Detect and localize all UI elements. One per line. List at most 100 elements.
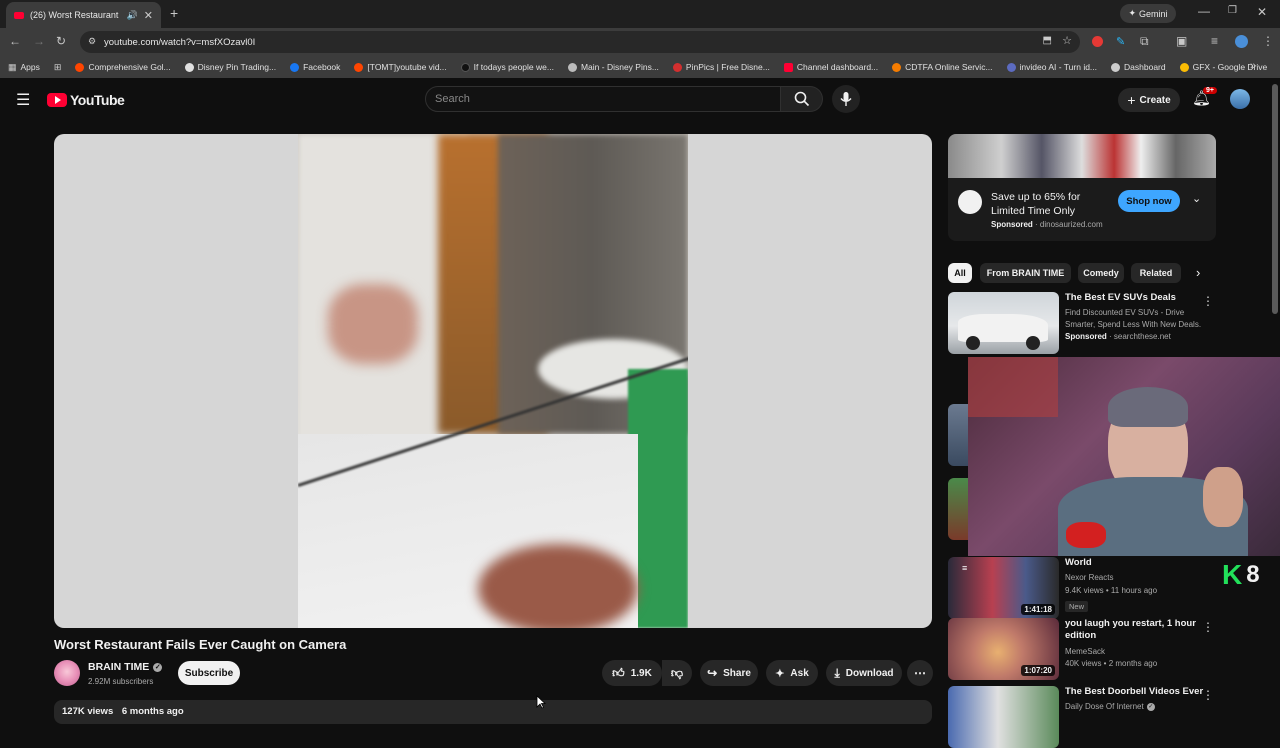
bookmark-star-icon[interactable]: ☆	[1062, 34, 1072, 47]
like-button[interactable]: 👍︎ 1.9K	[602, 660, 662, 686]
streamer-webcam-overlay	[968, 357, 1280, 556]
side-panel-icon[interactable]: ▣	[1176, 34, 1187, 48]
forward-icon[interactable]: →	[33, 34, 45, 48]
account-avatar[interactable]	[1230, 89, 1250, 109]
ask-label: Ask	[790, 667, 809, 679]
chrome-menu-icon[interactable]: ⋮	[1262, 34, 1274, 48]
media-controls-icon[interactable]: ≡	[1211, 34, 1218, 48]
hamburger-menu-icon[interactable]: ☰	[16, 90, 30, 110]
chip-from-channel[interactable]: From BRAIN TIME	[980, 263, 1071, 283]
reload-icon[interactable]: ↻	[56, 34, 66, 48]
speaker-icon[interactable]: 🔊	[127, 10, 138, 21]
bookmark-item[interactable]: Facebook	[290, 62, 340, 72]
shop-now-button[interactable]: Shop now	[1118, 190, 1180, 212]
notifications-button[interactable]: 🔔︎ 9+	[1192, 87, 1217, 109]
bookmark-apps[interactable]: ▦ Apps	[8, 62, 40, 73]
youtube-logo[interactable]: YouTube	[47, 92, 125, 108]
ask-button[interactable]: ✦ Ask	[766, 660, 818, 686]
drive-icon	[1179, 62, 1189, 72]
shop-now-label: Shop now	[1126, 195, 1172, 207]
ad-sponsored-label: Sponsored	[991, 220, 1033, 229]
chip-comedy[interactable]: Comedy	[1078, 263, 1124, 283]
subscribe-button[interactable]: Subscribe	[178, 661, 240, 685]
channel-name-text: BRAIN TIME	[88, 661, 150, 673]
bookmark-grid[interactable]: ⊞	[54, 62, 62, 73]
bookmark-item[interactable]: Dashboard	[1111, 62, 1166, 72]
create-button[interactable]: + Create	[1118, 88, 1180, 112]
more-horizontal-icon: ⋯	[914, 666, 926, 680]
more-options-icon[interactable]: ⋮	[1202, 688, 1214, 702]
bookmark-item[interactable]: Comprehensive Gol...	[75, 62, 171, 72]
reddit-icon	[75, 62, 85, 72]
sponsored-ad-card[interactable]: Save up to 65% for Limited Time Only Spo…	[948, 134, 1216, 241]
like-count: 1.9K	[630, 667, 652, 679]
recommendation-description: Find Discounted EV SUVs - Drive Smarter,…	[1065, 308, 1202, 329]
site-info-icon[interactable]: ⚙	[88, 36, 96, 47]
search-button[interactable]	[781, 86, 823, 112]
gemini-label: Gemini	[1139, 8, 1168, 19]
download-icon: ⤓	[834, 665, 840, 680]
chips-next-icon[interactable]: ›	[1196, 265, 1200, 280]
video-duration: 1:07:20	[1021, 665, 1055, 676]
browser-tab-active[interactable]: (26) Worst Restaurant Fails 🔊 ✕	[6, 2, 161, 28]
back-icon[interactable]: ←	[9, 34, 21, 48]
bookmark-item[interactable]: [TOMT]youtube vid...	[354, 62, 447, 72]
recommendation-channel: Nexor Reacts	[1065, 573, 1114, 583]
more-options-icon[interactable]: ⋮	[1202, 620, 1214, 634]
chip-all[interactable]: All	[948, 263, 972, 283]
more-options-icon[interactable]: ⋮	[1202, 294, 1214, 308]
recommendation-thumbnail-partial[interactable]	[948, 404, 968, 466]
bookmark-item[interactable]: If todays people we...	[460, 62, 554, 72]
recommendation-item[interactable]: The Best Doorbell Videos Ever Daily Dose…	[948, 686, 1280, 748]
channel-name[interactable]: BRAIN TIME ✓	[88, 661, 163, 673]
sponsor-domain: searchthese.net	[1113, 331, 1171, 341]
extension-red-icon[interactable]	[1092, 36, 1103, 47]
description-box[interactable]: 127K views 6 months ago	[54, 700, 932, 724]
bookmarks-overflow-icon[interactable]: »	[1250, 60, 1256, 72]
video-player[interactable]	[54, 134, 932, 628]
voice-search-button[interactable]	[832, 85, 860, 113]
maximize-icon[interactable]: ❐	[1228, 5, 1237, 16]
recommendation-item[interactable]: 1:07:20 you laugh you restart, 1 hour ed…	[948, 618, 1280, 680]
search-input[interactable]: Search	[425, 86, 781, 112]
address-bar[interactable]: ⚙ youtube.com/watch?v=msfXOzavl0I ⬒ ☆	[80, 31, 1080, 53]
more-actions-button[interactable]: ⋯	[907, 660, 933, 686]
chevron-down-icon[interactable]: ⌄	[1192, 192, 1201, 205]
install-icon[interactable]: ⬒	[1043, 35, 1052, 46]
extensions-puzzle-icon[interactable]: ⧉	[1140, 34, 1149, 49]
recommendation-thumbnail	[948, 686, 1059, 748]
new-tab-icon[interactable]: +	[170, 5, 178, 21]
download-button[interactable]: ⤓ Download	[826, 660, 902, 686]
dislike-button[interactable]: 👎︎	[662, 660, 692, 686]
recommendation-meta: The Best Doorbell Videos Ever Daily Dose…	[1065, 686, 1215, 713]
bookmark-item[interactable]: Disney Pin Trading...	[184, 62, 276, 72]
verified-check-icon: ✓	[153, 662, 163, 672]
gemini-button[interactable]: ✦ Gemini	[1120, 4, 1176, 23]
playlist-icon: ≡	[962, 563, 968, 573]
thumbs-down-icon: 👎︎	[670, 665, 684, 680]
recommendation-thumbnail	[948, 292, 1059, 354]
bookmark-item[interactable]: invideo AI - Turn id...	[1006, 62, 1097, 72]
page-scrollbar[interactable]	[1272, 84, 1278, 314]
share-button[interactable]: ↪ Share	[700, 660, 758, 686]
minimize-icon[interactable]: —	[1198, 4, 1210, 18]
chip-related[interactable]: Related	[1131, 263, 1181, 283]
profile-avatar-icon[interactable]	[1235, 35, 1248, 48]
window-close-icon[interactable]: ✕	[1257, 5, 1267, 19]
bookmark-item[interactable]: Channel dashboard...	[783, 62, 878, 72]
recommendation-item[interactable]: The Best EV SUVs Deals Find Discounted E…	[948, 292, 1280, 354]
channel-avatar[interactable]	[54, 660, 80, 686]
ad-headline: Save up to 65% for Limited Time Only	[991, 191, 1081, 218]
subscribe-label: Subscribe	[184, 667, 234, 679]
bookmark-item[interactable]: Main - Disney Pins...	[567, 62, 659, 72]
video-title: Worst Restaurant Fails Ever Caught on Ca…	[54, 637, 347, 652]
invideo-icon	[1006, 62, 1016, 72]
recommendation-thumbnail-partial[interactable]	[948, 478, 968, 540]
tab-close-icon[interactable]: ✕	[144, 9, 153, 22]
bookmark-item[interactable]: PinPics | Free Disne...	[672, 62, 770, 72]
youtube-play-logo-icon	[47, 93, 67, 107]
extension-blue-icon[interactable]: ✎	[1116, 35, 1125, 48]
bookmark-item[interactable]: CDTFA Online Servic...	[892, 62, 993, 72]
sparkle-icon: ✦	[775, 667, 785, 680]
recommendation-channel: Daily Dose Of Internet ✓	[1065, 702, 1155, 712]
